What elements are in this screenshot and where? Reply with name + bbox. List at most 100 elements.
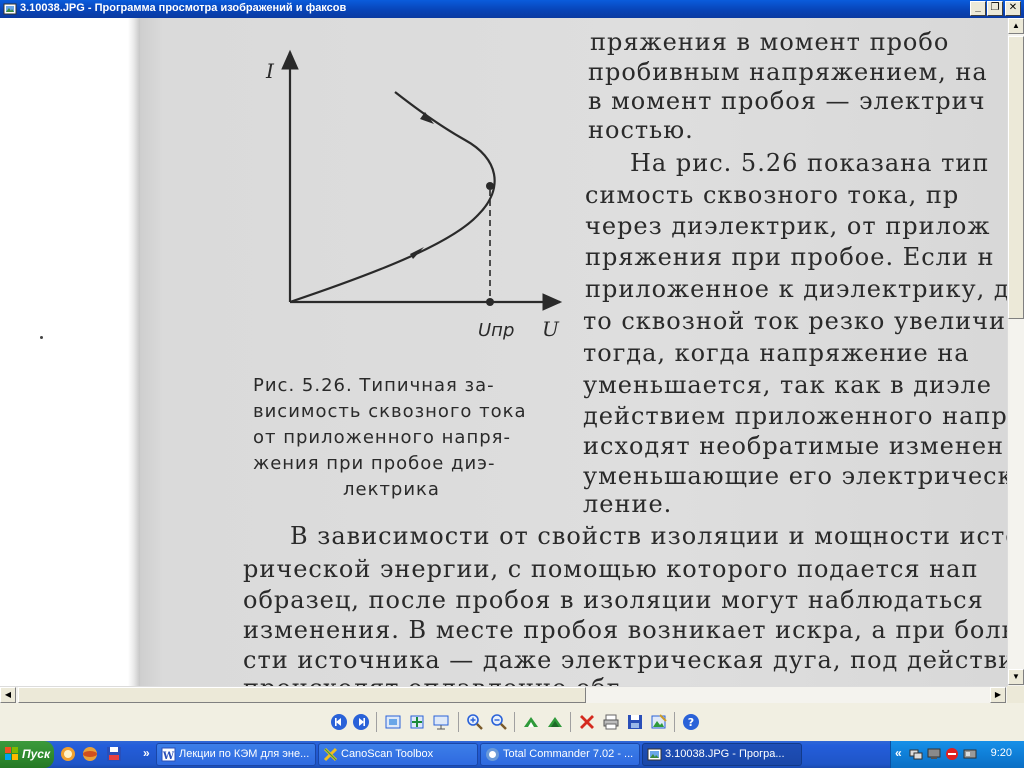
- text-line: действием приложенного напря: [583, 402, 1007, 430]
- zoom-in-icon[interactable]: [466, 713, 484, 731]
- network-icon[interactable]: [909, 747, 923, 761]
- window-title: 3.10038.JPG - Программа просмотра изобра…: [20, 2, 347, 14]
- breakdown-graph: I Uпр U: [265, 49, 563, 341]
- close-button[interactable]: ✕: [1005, 1, 1021, 16]
- svg-text:?: ?: [688, 716, 694, 729]
- x-breakdown-label: Uпр: [478, 320, 514, 341]
- task-button-word[interactable]: W Лекции по КЭМ для эне...: [156, 743, 316, 766]
- text-line: пряжения при пробое. Если н: [585, 243, 995, 271]
- text-line: симость сквозного тока, пр: [585, 181, 960, 209]
- text-line: изменения. В месте пробоя возникает искр…: [243, 616, 1007, 644]
- text-line: образец, после пробоя в изоляции могут н…: [243, 586, 984, 614]
- blocked-icon[interactable]: [945, 747, 959, 761]
- scroll-down-arrow[interactable]: ▼: [1008, 669, 1024, 685]
- minimize-button[interactable]: _: [970, 1, 986, 16]
- system-tray: « 9:20: [890, 741, 1024, 768]
- text-line: в момент пробоя — электрич: [588, 87, 986, 115]
- text-line: уменьшается, так как в диэле: [583, 371, 992, 399]
- task-label: CanoScan Toolbox: [341, 748, 434, 760]
- task-button-total-commander[interactable]: Total Commander 7.02 - ...: [480, 743, 640, 766]
- text-line: через диэлектрик, от прилож: [585, 212, 991, 240]
- taskbar: Пуск » W Лекции по КЭМ для эне... CanoSc…: [0, 741, 1024, 768]
- start-label: Пуск: [22, 747, 51, 761]
- toolbar-separator: [458, 712, 459, 732]
- zoom-out-icon[interactable]: [490, 713, 508, 731]
- text-line: тогда, когда напряжение на: [583, 339, 970, 367]
- help-icon[interactable]: ?: [682, 713, 700, 731]
- scroll-left-arrow[interactable]: ◀: [0, 687, 16, 703]
- monitor-icon[interactable]: [927, 747, 941, 761]
- scrollbar-corner: [1007, 686, 1024, 703]
- task-label: Лекции по КЭМ для эне...: [179, 748, 310, 760]
- text-line: сти источника — даже электрическая дуга,…: [243, 646, 1007, 674]
- text-line: уменьшающие его электрическо: [583, 462, 1007, 490]
- rotate-clockwise-icon[interactable]: [522, 713, 540, 731]
- toolbar-separator: [376, 712, 377, 732]
- text-line: В зависимости от свойств изоляции и мощн…: [290, 522, 1007, 550]
- task-label: Total Commander 7.02 - ...: [503, 748, 634, 760]
- viewer-toolbar: ?: [0, 703, 1024, 741]
- text-line: На рис. 5.26 показана тип: [630, 149, 990, 177]
- text-line: то сквозной ток резко увеличи: [583, 307, 1006, 335]
- device-icon[interactable]: [963, 747, 977, 761]
- image-viewport: I Uпр U Рис. 5.26. Типичная за- висимост…: [0, 18, 1007, 686]
- curve-arrow-lower: [410, 247, 424, 259]
- total-commander-icon: [486, 748, 499, 761]
- vertical-scrollbar[interactable]: ▲ ▼: [1007, 18, 1024, 686]
- scroll-right-arrow[interactable]: ▶: [990, 687, 1006, 703]
- caption-line: жения при пробое диэ-: [253, 453, 496, 474]
- floppy-disk-icon[interactable]: [106, 746, 122, 762]
- vertical-scroll-thumb[interactable]: [1008, 36, 1024, 319]
- task-button-image-viewer[interactable]: 3.10038.JPG - Програ...: [642, 743, 802, 766]
- image-viewer-icon: [647, 748, 662, 761]
- start-button[interactable]: Пуск: [0, 741, 54, 768]
- caption-line: Рис. 5.26. Типичная за-: [253, 375, 495, 396]
- print-icon[interactable]: [602, 713, 620, 731]
- current-curve: [289, 91, 496, 304]
- text-line: пробивным напряжением, на: [588, 58, 988, 86]
- text-line: ностью.: [588, 116, 694, 144]
- actual-size-icon[interactable]: [408, 713, 426, 731]
- svg-text:W: W: [162, 751, 175, 762]
- text-line: исходят необратимые изменен: [583, 432, 1005, 460]
- text-line: пряжения в момент пробо: [590, 28, 950, 56]
- text-line: происходят оплавление обг: [243, 674, 620, 686]
- burning-app-icon[interactable]: [82, 746, 98, 762]
- toolbar-separator: [514, 712, 515, 732]
- browser-icon[interactable]: [60, 746, 76, 762]
- windows-logo-icon: [5, 747, 18, 760]
- image-viewer-icon: [3, 3, 17, 15]
- x-axis-label: U: [542, 317, 560, 341]
- word-icon: W: [161, 747, 176, 762]
- text-line: приложенное к диэлектрику, до: [585, 275, 1007, 303]
- quick-launch-more[interactable]: »: [143, 746, 150, 760]
- y-axis-label: I: [265, 59, 275, 83]
- text-line: рической энергии, с помощью которого под…: [243, 555, 979, 583]
- scroll-up-arrow[interactable]: ▲: [1008, 18, 1024, 34]
- canoscan-icon: [323, 747, 338, 762]
- clock: 9:20: [990, 747, 1012, 759]
- toolbar-separator: [570, 712, 571, 732]
- title-bar: 3.10038.JPG - Программа просмотра изобра…: [0, 0, 1024, 18]
- tray-expand-chevron[interactable]: «: [895, 746, 902, 760]
- next-image-icon[interactable]: [352, 713, 370, 731]
- text-line: ление.: [583, 490, 673, 518]
- slideshow-icon[interactable]: [432, 713, 450, 731]
- task-label: 3.10038.JPG - Програ...: [665, 748, 785, 760]
- horizontal-scroll-thumb[interactable]: [18, 687, 586, 703]
- open-editor-icon[interactable]: [650, 713, 668, 731]
- caption-line: от приложенного напря-: [253, 427, 511, 448]
- toolbar-separator: [674, 712, 675, 732]
- maximize-button[interactable]: ❐: [987, 1, 1003, 16]
- caption-line: лектрика: [343, 479, 440, 500]
- save-icon[interactable]: [626, 713, 644, 731]
- previous-image-icon[interactable]: [330, 713, 348, 731]
- rotate-counterclockwise-icon[interactable]: [546, 713, 564, 731]
- delete-icon[interactable]: [578, 713, 596, 731]
- best-fit-icon[interactable]: [384, 713, 402, 731]
- breakdown-point: [486, 182, 494, 190]
- horizontal-scrollbar[interactable]: ◀ ▶: [0, 686, 1007, 703]
- scan-speck: [40, 336, 43, 339]
- breakdown-voltage-point: [486, 298, 494, 306]
- task-button-canoscan[interactable]: CanoScan Toolbox: [318, 743, 478, 766]
